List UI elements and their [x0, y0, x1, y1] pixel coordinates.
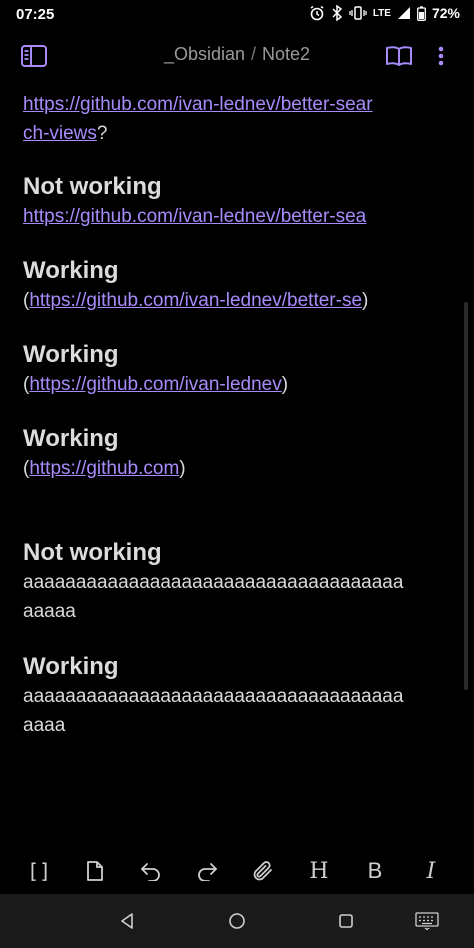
italic-icon: I [426, 858, 436, 884]
editor-content[interactable]: https://github.com/ivan-lednev/better-se… [0, 78, 474, 846]
more-vertical-icon [438, 46, 444, 66]
block-6: Working aaaaaaaaaaaaaaaaaaaaaaaaaaaaaaaa… [23, 652, 441, 740]
undo-button[interactable] [138, 858, 164, 884]
section-heading: Working [23, 257, 119, 284]
bold-button[interactable]: B [362, 858, 388, 884]
recents-button[interactable] [333, 908, 359, 934]
back-button[interactable] [114, 908, 140, 934]
network-type: LTE [372, 7, 391, 19]
text-line: aaaaaaaaaaaaaaaaaaaaaaaaaaaaaaaaaaaa [23, 572, 404, 593]
paren-close: ) [179, 458, 186, 479]
system-nav-bar [0, 894, 474, 948]
link-better-se[interactable]: https://github.com/ivan-lednev/better-se [29, 290, 362, 311]
more-options-button[interactable] [427, 42, 455, 70]
breadcrumb-note[interactable]: Note2 [262, 44, 310, 64]
section-heading: Not working [23, 539, 162, 566]
paren-close: ) [281, 374, 289, 395]
brackets-icon: [] [26, 859, 52, 883]
block-5: Not working aaaaaaaaaaaaaaaaaaaaaaaaaaaa… [23, 538, 441, 626]
home-button[interactable] [224, 908, 250, 934]
text-line: aaaaaaaaaaaaaaaaaaaaaaaaaaaaaaaaaaaa [23, 686, 404, 707]
heading-icon: H [309, 858, 329, 884]
link-better-search-views-part2[interactable]: ch-views [23, 123, 97, 144]
section-heading: Not working [23, 173, 162, 200]
file-button[interactable] [82, 858, 108, 884]
section-heading: Working [23, 653, 119, 680]
editing-toolbar: [] H B I [0, 846, 474, 894]
keyboard-icon [415, 912, 439, 930]
alarm-icon [310, 5, 324, 21]
attach-button[interactable] [250, 858, 276, 884]
back-triangle-icon [121, 913, 133, 929]
status-time: 07:25 [16, 6, 55, 23]
text-line: aaaaa [23, 601, 76, 622]
redo-icon [198, 863, 217, 881]
undo-icon [141, 863, 160, 881]
block-1: Not working https://github.com/ivan-ledn… [23, 172, 441, 231]
link-ivan-lednev[interactable]: https://github.com/ivan-lednev [29, 374, 281, 395]
recents-square-icon [339, 914, 353, 928]
brackets-button[interactable]: [] [26, 858, 52, 884]
link-better-search-views-part1[interactable]: https://github.com/ivan-lednev/better-se… [23, 94, 373, 115]
redo-button[interactable] [194, 858, 220, 884]
keyboard-button[interactable] [414, 908, 440, 934]
block-0: https://github.com/ivan-lednev/better-se… [23, 90, 441, 148]
scrollbar[interactable] [464, 302, 468, 690]
note-header: _Obsidian / Note2 [0, 32, 474, 78]
battery-percent: 72% [431, 5, 460, 21]
vibrate-icon [349, 6, 367, 20]
file-icon [87, 861, 103, 881]
heading-button[interactable]: H [306, 858, 332, 884]
section-heading: Working [23, 425, 119, 452]
link-better-sea[interactable]: https://github.com/ivan-lednev/better-se… [23, 206, 366, 227]
breadcrumb-vault[interactable]: _Obsidian [164, 44, 245, 64]
reading-view-button[interactable] [385, 42, 413, 70]
paren-close: ) [362, 290, 369, 311]
status-bar: 07:25 LTE 72% [0, 0, 474, 30]
clipped-heading [23, 78, 441, 80]
block-2: Working (https://github.com/ivan-lednev/… [23, 256, 441, 315]
trailing-text: ? [96, 123, 108, 144]
block-3: Working (https://github.com/ivan-lednev) [23, 340, 441, 399]
bold-icon: B [367, 858, 383, 883]
block-4: Working (https://github.com) [23, 424, 441, 483]
home-circle-icon [229, 913, 245, 929]
section-heading: Working [23, 341, 119, 368]
paperclip-icon [253, 861, 272, 881]
battery-icon [417, 5, 426, 21]
italic-button[interactable]: I [418, 858, 444, 884]
text-line: aaaa [23, 715, 66, 736]
signal-icon [397, 7, 410, 19]
bluetooth-icon [332, 5, 342, 21]
book-open-icon [386, 46, 412, 66]
breadcrumb-separator: / [251, 44, 257, 64]
link-github[interactable]: https://github.com [29, 458, 179, 479]
